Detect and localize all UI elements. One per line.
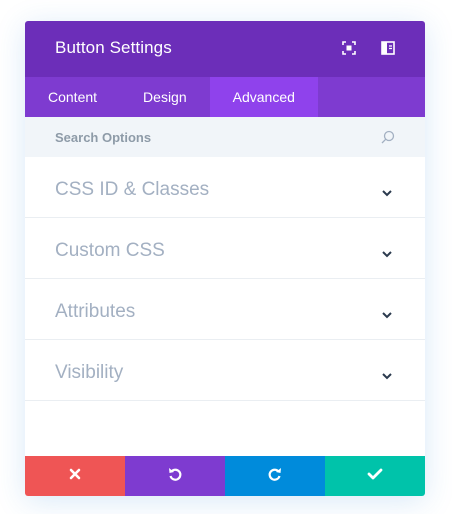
toggle-label: Attributes: [55, 301, 136, 322]
discard-button[interactable]: [25, 456, 125, 496]
save-button[interactable]: [325, 456, 425, 496]
undo-icon: [167, 466, 183, 487]
toggle-visibility[interactable]: Visibility: [25, 340, 425, 401]
close-icon: [69, 467, 81, 485]
redo-icon: [267, 466, 283, 487]
tab-content[interactable]: Content: [25, 77, 120, 117]
redo-button[interactable]: [225, 456, 325, 496]
snap-sidebar-icon[interactable]: [381, 41, 395, 55]
search-icon[interactable]: [381, 130, 395, 144]
toggle-label: Visibility: [55, 362, 124, 383]
check-icon: [367, 467, 383, 485]
expand-icon[interactable]: [342, 41, 356, 55]
toggle-css-id-classes[interactable]: CSS ID & Classes: [25, 157, 425, 218]
tab-advanced[interactable]: Advanced: [209, 77, 318, 117]
undo-button[interactable]: [125, 456, 225, 496]
chevron-down-icon: [381, 184, 393, 197]
chevron-down-icon: [381, 306, 393, 319]
toggle-custom-css[interactable]: Custom CSS: [25, 218, 425, 279]
chevron-down-icon: [381, 367, 393, 380]
modal-title: Button Settings: [55, 38, 172, 57]
toggle-label: CSS ID & Classes: [55, 179, 210, 200]
modal-header[interactable]: Button Settings: [25, 21, 425, 77]
tab-bar: Content Design Advanced: [25, 77, 425, 117]
toggle-label: Custom CSS: [55, 240, 165, 261]
tab-design[interactable]: Design: [120, 77, 210, 117]
modal-footer: [25, 456, 425, 496]
search-input[interactable]: [25, 117, 385, 157]
settings-modal: Button Settings Content Design Advanced: [25, 21, 425, 496]
search-bar: [25, 117, 425, 157]
toggle-attributes[interactable]: Attributes: [25, 279, 425, 340]
chevron-down-icon: [381, 245, 393, 258]
